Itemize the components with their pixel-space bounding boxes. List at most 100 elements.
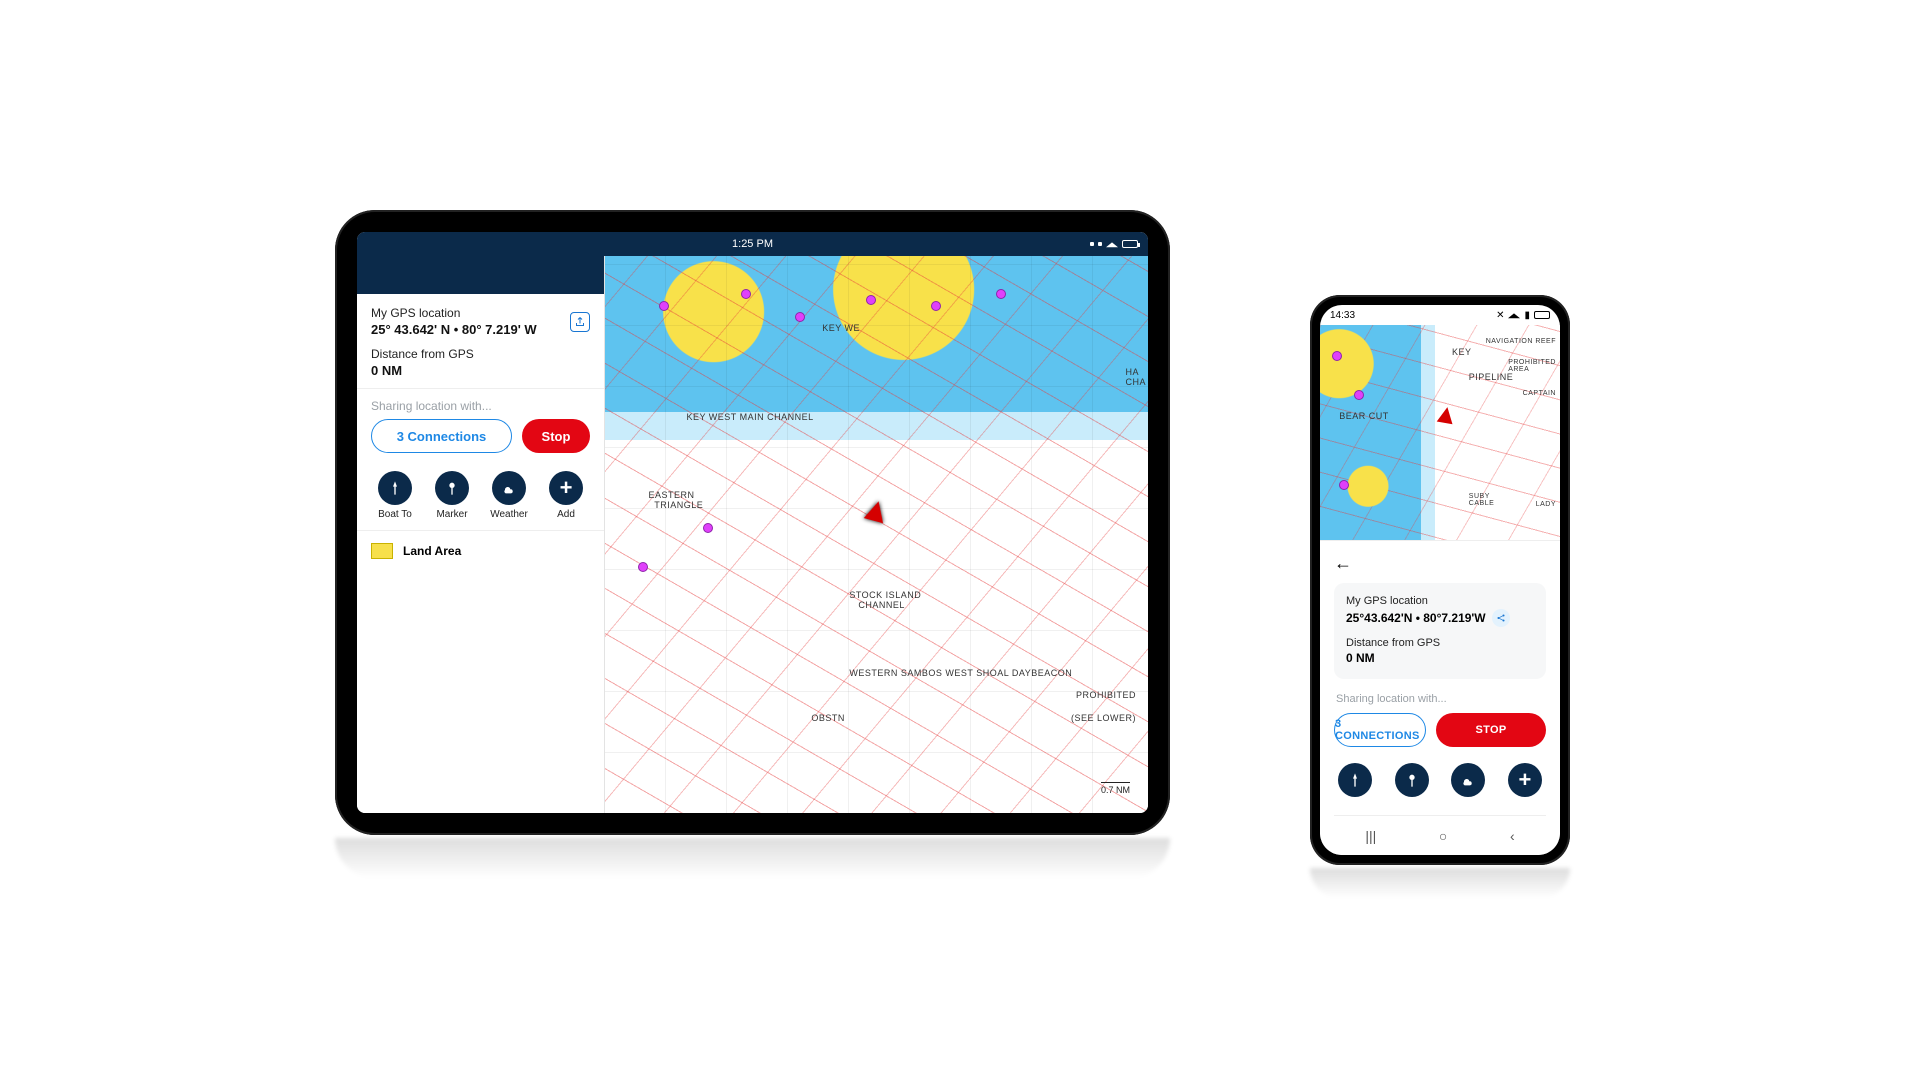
share-button[interactable] [1492, 609, 1510, 627]
wifi-icon [1508, 312, 1520, 318]
add-label: Add [557, 509, 575, 520]
share-icon [574, 316, 586, 328]
boat-to-button[interactable]: Boat To [371, 471, 419, 520]
gps-coords: 25°43.642'N • 80°7.219'W [1346, 611, 1486, 625]
buoy-icon [659, 301, 669, 311]
map-label-navreef: NAVIGATION REEF [1486, 338, 1556, 345]
android-navbar: ||| ○ ‹ [1334, 815, 1546, 855]
map-label-eastern: EASTERN TRIANGLE [648, 490, 703, 510]
map-label-channel1: KEY WEST MAIN CHANNEL [686, 412, 813, 422]
tablet-device: 1:25 PM My GPS location 25° 43.642' N • … [335, 210, 1170, 835]
map-label-stockisland: STOCK ISLAND CHANNEL [849, 590, 921, 610]
back-nav-button[interactable]: ‹ [1510, 828, 1515, 844]
sharing-buttons-row: 3 Connections Stop [357, 419, 604, 465]
land-swatch [371, 543, 393, 559]
weather-icon [492, 471, 526, 505]
tablet-status-right [1090, 240, 1138, 248]
add-button[interactable]: + [1508, 763, 1542, 797]
distance-value: 0 NM [1346, 651, 1534, 665]
map-label-captain: CAPTAIN [1523, 390, 1556, 397]
map-label-prohibited: PROHIBITED [1076, 690, 1136, 700]
phone-nautical-chart[interactable]: KEY BEAR CUT PIPELINE NAVIGATION REEF PR… [1320, 325, 1560, 540]
buoy-icon [703, 523, 713, 533]
weather-button[interactable] [1451, 763, 1485, 797]
signal-icon: ▮ [1524, 310, 1530, 321]
phone-statusbar: 14:33 ✕ ▮ [1320, 305, 1560, 325]
map-label-suby: SUBY CABLE [1469, 493, 1494, 507]
marker-button[interactable] [1395, 763, 1429, 797]
boat-to-label: Boat To [378, 509, 412, 520]
map-label-keywe: KEY WE [822, 323, 860, 333]
nautical-chart[interactable]: KEY WE KEY WEST MAIN CHANNEL EASTERN TRI… [605, 256, 1148, 813]
mute-icon: ✕ [1496, 310, 1504, 321]
stop-button[interactable]: STOP [1436, 713, 1546, 747]
map-label-western: WESTERN SAMBOS WEST SHOAL DAYBEACON [849, 668, 1072, 678]
signal-icon [1098, 242, 1102, 246]
gps-card: My GPS location 25°43.642'N • 80°7.219'W… [1334, 583, 1546, 679]
wifi-icon [1106, 241, 1118, 247]
phone-reflection [1310, 868, 1570, 898]
quick-actions-row: Boat To Marker Weather [357, 465, 604, 530]
gps-label: My GPS location [371, 306, 537, 320]
map-label-pipeline: PIPELINE [1469, 372, 1514, 382]
boat-position-icon [1436, 405, 1455, 424]
quick-actions-row: + [1334, 747, 1546, 797]
gps-coords: 25° 43.642' N • 80° 7.219' W [371, 322, 537, 337]
phone-bottom-panel: ← My GPS location 25°43.642'N • 80°7.219… [1320, 540, 1560, 855]
battery-icon [1534, 311, 1550, 319]
map-label-prohibited: PROHIBITED AREA [1508, 359, 1556, 373]
buoy-icon [866, 295, 876, 305]
buoy-icon [996, 289, 1006, 299]
recents-button[interactable]: ||| [1365, 828, 1376, 844]
sharing-buttons-row: 3 CONNECTIONS STOP [1334, 713, 1546, 747]
connections-button[interactable]: 3 Connections [371, 419, 512, 453]
weather-label: Weather [490, 509, 528, 520]
marker-button[interactable]: Marker [428, 471, 476, 520]
map-label-obstn: OBSTN [811, 713, 845, 723]
buoy-icon [1339, 480, 1349, 490]
map-label-seelower: (SEE LOWER) [1071, 713, 1136, 723]
marker-icon [435, 471, 469, 505]
weather-button[interactable]: Weather [485, 471, 533, 520]
weather-icon [1460, 772, 1476, 788]
phone-screen: 14:33 ✕ ▮ KEY BEAR CUT PIPELINE NAVIGATI… [1320, 305, 1560, 855]
sharing-hint: Sharing location with... [1336, 693, 1544, 705]
map-scale: 0.7 NM [1101, 782, 1130, 795]
phone-time: 14:33 [1330, 310, 1355, 321]
land-label: Land Area [403, 544, 461, 558]
tablet-statusbar: 1:25 PM [357, 232, 1148, 256]
back-button[interactable]: ← [1334, 553, 1352, 574]
boat-to-button[interactable] [1338, 763, 1372, 797]
tablet-sidepanel: My GPS location 25° 43.642' N • 80° 7.21… [357, 256, 605, 813]
map-label-edge: HA CHA [1125, 367, 1146, 387]
plus-icon: + [549, 471, 583, 505]
stop-button[interactable]: Stop [522, 419, 590, 453]
boat-position-icon [863, 499, 887, 523]
tablet-navbar [357, 256, 604, 294]
marker-icon [1404, 772, 1420, 788]
add-button[interactable]: + Add [542, 471, 590, 520]
tablet-body: My GPS location 25° 43.642' N • 80° 7.21… [357, 256, 1148, 813]
back-row: ← [1334, 551, 1546, 575]
boat-to-icon [1347, 772, 1363, 788]
buoy-icon [1354, 390, 1364, 400]
tablet-screen: 1:25 PM My GPS location 25° 43.642' N • … [357, 232, 1148, 813]
map-label-key: KEY [1452, 347, 1472, 357]
home-button[interactable]: ○ [1439, 828, 1447, 844]
signal-icon [1090, 242, 1094, 246]
legend-row[interactable]: Land Area [357, 530, 604, 571]
share-button[interactable] [570, 312, 590, 332]
battery-icon [1122, 240, 1138, 248]
connections-button[interactable]: 3 CONNECTIONS [1334, 713, 1426, 747]
distance-value: 0 NM [371, 363, 590, 378]
distance-label: Distance from GPS [1346, 637, 1534, 649]
distance-label: Distance from GPS [371, 347, 590, 361]
buoy-icon [795, 312, 805, 322]
sharing-hint: Sharing location with... [357, 389, 604, 419]
buoy-icon [638, 562, 648, 572]
buoy-icon [741, 289, 751, 299]
gps-label: My GPS location [1346, 595, 1534, 607]
buoy-icon [1332, 351, 1342, 361]
map-label-bearcut: BEAR CUT [1339, 411, 1389, 421]
boat-to-icon [378, 471, 412, 505]
